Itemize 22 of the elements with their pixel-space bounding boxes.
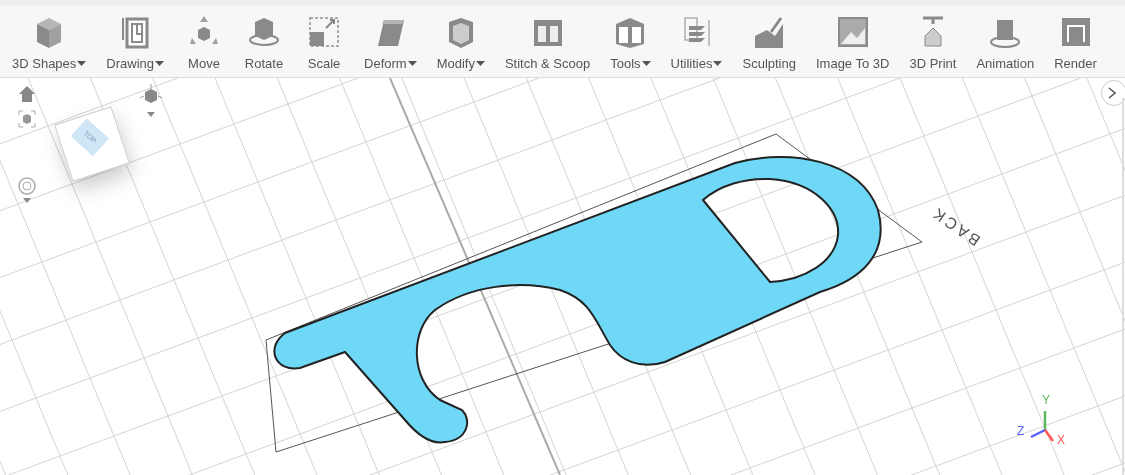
x-axis-label: X xyxy=(1057,434,1065,446)
toolbar-button[interactable]: Tools xyxy=(600,6,661,76)
toolbar-button[interactable]: Stitch & Scoop xyxy=(494,6,601,76)
toolbar-button[interactable]: Scale xyxy=(294,6,354,76)
toolbar-button[interactable]: Image To 3D xyxy=(805,6,900,76)
toolbar-button[interactable]: Move xyxy=(174,6,234,76)
toolbar-button[interactable]: 3D Print xyxy=(899,6,967,76)
toolbar-button[interactable]: Modify xyxy=(426,6,495,76)
toolbar-button[interactable]: 3D Shapes xyxy=(2,6,97,76)
toolbar-button[interactable]: Render xyxy=(1044,6,1107,76)
toolbar-button[interactable]: Deform xyxy=(354,6,427,76)
home-icon xyxy=(18,85,36,103)
fit-view-icon xyxy=(18,110,36,128)
chevron-right-icon xyxy=(1108,87,1116,99)
toolbar-button[interactable]: Sculpting xyxy=(732,6,806,76)
y-axis-label: Y xyxy=(1042,394,1050,406)
toolbar-button[interactable]: Drawing xyxy=(96,6,174,76)
toolbar-button[interactable]: Rotate xyxy=(234,6,294,76)
toolbar-button[interactable]: Animation xyxy=(966,6,1045,76)
panel-toggle-button[interactable] xyxy=(1101,80,1125,106)
toolbar-button[interactable]: Utilities xyxy=(660,6,733,76)
z-axis-label: Z xyxy=(1017,425,1025,437)
